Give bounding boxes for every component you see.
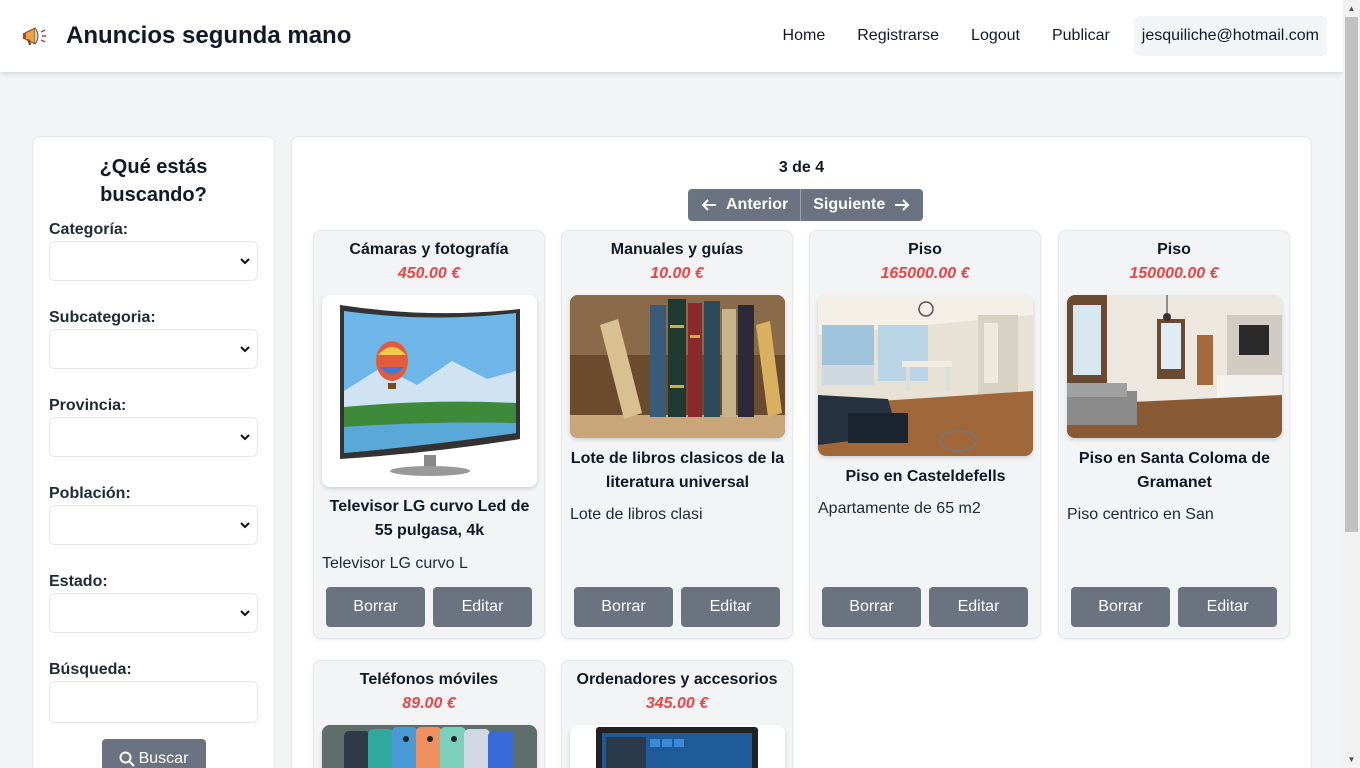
arrow-right-icon xyxy=(895,199,910,211)
card-title: Lote de libros clasicos de la literatura… xyxy=(570,450,785,491)
megaphone-icon xyxy=(20,22,48,50)
scroll-thumb[interactable] xyxy=(1345,17,1358,532)
card-category: Piso xyxy=(1157,241,1191,258)
listings-panel: 3 de 4 Anterior Siguiente Cámaras y foto… xyxy=(291,136,1312,768)
card-price: 150000.00 € xyxy=(1129,265,1219,282)
listing-card[interactable]: Piso 165000.00 € Piso en Casteldefells A… xyxy=(809,230,1041,639)
chevron-down-icon xyxy=(240,258,250,265)
top-navbar: Anuncios segunda mano Home Registrarse L… xyxy=(0,0,1343,72)
card-price: 165000.00 € xyxy=(880,265,970,282)
card-title: Piso en Santa Coloma de Gramanet xyxy=(1078,450,1271,491)
borrar-button[interactable]: Borrar xyxy=(574,587,673,627)
borrar-button[interactable]: Borrar xyxy=(822,587,921,627)
provincia-label: Provincia: xyxy=(49,397,127,414)
apartment-interior-image[interactable] xyxy=(1067,295,1282,438)
card-description: Lote de libros clasi xyxy=(570,506,703,523)
card-title: Piso en Casteldefells xyxy=(845,468,1006,485)
listing-card[interactable]: Piso 150000.00 € Piso en Santa Coloma de… xyxy=(1058,230,1290,639)
card-price: 345.00 € xyxy=(645,695,709,712)
card-category: Teléfonos móviles xyxy=(359,671,499,688)
card-description: Piso centrico en San xyxy=(1067,506,1214,523)
poblacion-label: Población: xyxy=(49,485,131,502)
busqueda-label: Búsqueda: xyxy=(49,661,132,678)
subcategoria-select[interactable] xyxy=(49,329,258,369)
chevron-down-icon xyxy=(240,610,250,617)
card-description: Televisor LG curvo L xyxy=(322,555,468,572)
card-actions: Borrar Editar xyxy=(1071,587,1285,627)
card-category: Piso xyxy=(908,241,942,258)
editar-button[interactable]: Editar xyxy=(929,587,1028,627)
listing-card[interactable]: Ordenadores y accesorios 345.00 € xyxy=(561,660,793,768)
listing-card[interactable]: Teléfonos móviles 89.00 € xyxy=(313,660,545,768)
card-category: Manuales y guías xyxy=(610,241,744,258)
siguiente-label: Siguiente xyxy=(813,196,886,213)
nav-menu: Home Registrarse Logout Publicar jesquil… xyxy=(767,16,1327,56)
card-price: 89.00 € xyxy=(402,695,456,712)
card-title: Televisor LG curvo Led de 55 pulgasa, 4k xyxy=(329,498,530,539)
anterior-button[interactable]: Anterior xyxy=(688,189,802,221)
filters-title: ¿Qué estás buscando? xyxy=(99,156,208,206)
listing-card[interactable]: Manuales y guías 10.00 € Lote de libros … xyxy=(561,230,793,639)
pagination: Anterior Siguiente xyxy=(688,189,924,221)
categoria-select[interactable] xyxy=(49,241,258,281)
card-actions: Borrar Editar xyxy=(574,587,788,627)
siguiente-button[interactable]: Siguiente xyxy=(801,189,924,221)
scroll-down-arrow-icon[interactable]: ▼ xyxy=(1343,751,1360,768)
site-title: Anuncios segunda mano xyxy=(66,22,352,49)
editar-button[interactable]: Editar xyxy=(433,587,532,627)
nav-publicar[interactable]: Publicar xyxy=(1036,16,1126,56)
card-price: 10.00 € xyxy=(650,265,704,282)
books-image[interactable] xyxy=(570,295,785,438)
chevron-down-icon xyxy=(240,522,250,529)
card-price: 450.00 € xyxy=(397,265,461,282)
card-description: Apartamente de 65 m2 xyxy=(818,500,981,517)
curved-tv-image[interactable] xyxy=(322,295,537,487)
poblacion-select[interactable] xyxy=(49,505,258,545)
card-category: Ordenadores y accesorios xyxy=(576,671,778,688)
buscar-button[interactable]: Buscar xyxy=(101,739,206,768)
provincia-select[interactable] xyxy=(49,417,258,457)
card-category: Cámaras y fotografía xyxy=(349,241,509,258)
page-count: 3 de 4 xyxy=(778,159,825,176)
apartment-livingroom-image[interactable] xyxy=(818,295,1033,456)
phones-image[interactable] xyxy=(322,725,537,768)
editar-button[interactable]: Editar xyxy=(681,587,780,627)
busqueda-input[interactable] xyxy=(49,681,258,723)
listing-card[interactable]: Cámaras y fotografía 450.00 € Televisor … xyxy=(313,230,545,639)
scroll-up-arrow-icon[interactable]: ▲ xyxy=(1343,0,1360,17)
borrar-button[interactable]: Borrar xyxy=(326,587,425,627)
page-scrollbar[interactable]: ▲ ▼ xyxy=(1343,0,1360,768)
chevron-down-icon xyxy=(240,434,250,441)
nav-logout[interactable]: Logout xyxy=(955,16,1036,56)
estado-select[interactable] xyxy=(49,593,258,633)
search-icon xyxy=(119,751,135,767)
nav-home[interactable]: Home xyxy=(767,16,842,56)
nav-registrarse[interactable]: Registrarse xyxy=(841,16,955,56)
card-actions: Borrar Editar xyxy=(822,587,1036,627)
card-actions: Borrar Editar xyxy=(326,587,540,627)
anterior-label: Anterior xyxy=(726,196,789,213)
user-email[interactable]: jesquiliche@hotmail.com xyxy=(1133,16,1327,56)
subcategoria-label: Subcategoria: xyxy=(49,309,156,326)
buscar-label: Buscar xyxy=(138,750,189,767)
editar-button[interactable]: Editar xyxy=(1178,587,1277,627)
search-filters-panel: ¿Qué estás buscando? Categoría: Subcateg… xyxy=(32,136,275,768)
estado-label: Estado: xyxy=(49,573,108,590)
categoria-label: Categoría: xyxy=(49,221,129,238)
brand[interactable]: Anuncios segunda mano xyxy=(20,22,351,50)
arrow-left-icon xyxy=(701,199,716,211)
chevron-down-icon xyxy=(240,346,250,353)
laptop-image[interactable] xyxy=(570,725,785,768)
borrar-button[interactable]: Borrar xyxy=(1071,587,1170,627)
